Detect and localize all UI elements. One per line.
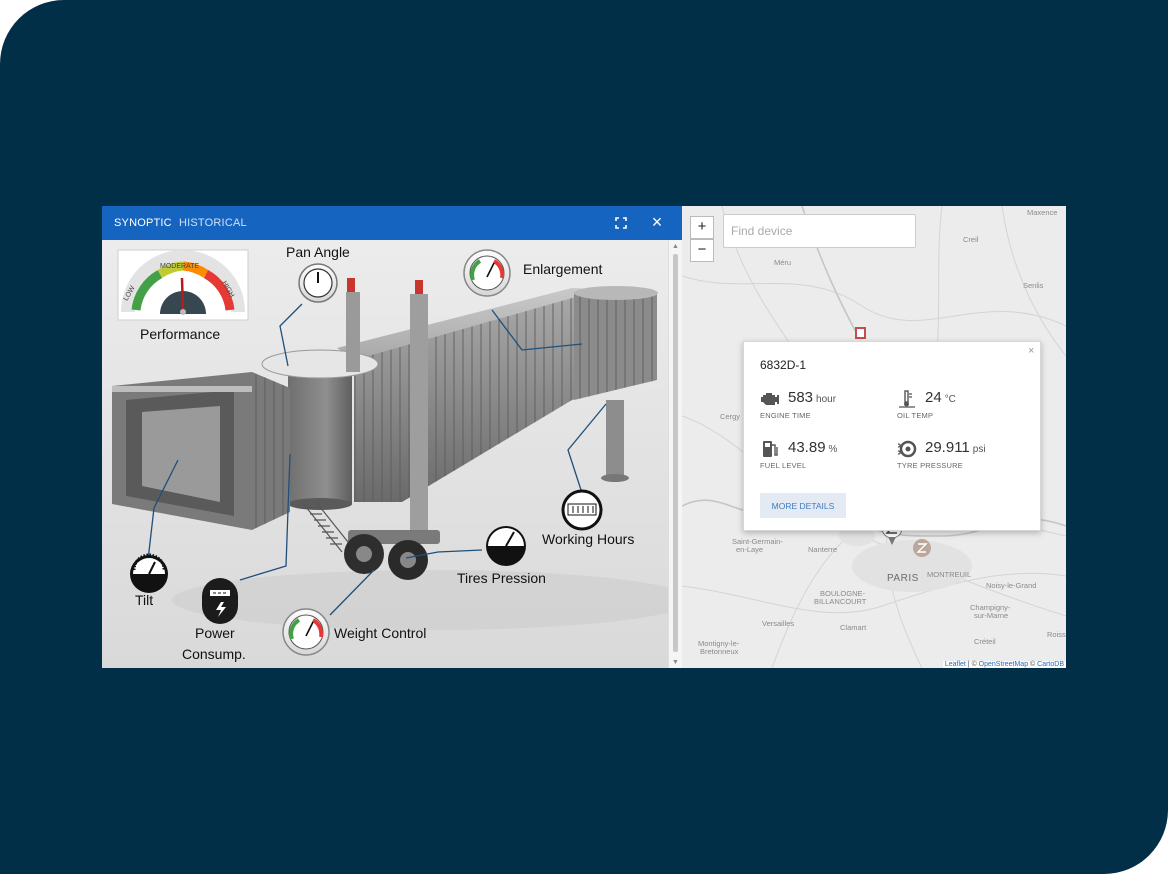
thermometer-icon [899, 390, 915, 408]
close-panel-button[interactable]: × [649, 213, 665, 231]
device-marker-secondary [913, 539, 931, 557]
metric-value: 24 °C [925, 389, 956, 406]
scroll-up-icon[interactable]: ▲ [672, 243, 679, 250]
consumption-label: Consump. [182, 646, 246, 662]
town-label: Bretonneux [700, 647, 739, 656]
town-label: Créteil [974, 637, 996, 646]
enlargement-gauge-icon [463, 249, 511, 297]
metric-label: FUEL LEVEL [760, 461, 807, 470]
town-label: Cergy [720, 412, 741, 421]
zoom-in-button[interactable]: + [690, 216, 714, 239]
town-label: sur-Marne [974, 611, 1009, 620]
enlargement-label: Enlargement [523, 261, 603, 277]
map-panel[interactable]: Maxence Creil Méru Senlis Cergy Saint-Ge… [682, 206, 1066, 668]
working-hours-label: Working Hours [542, 531, 635, 547]
performance-label: Performance [140, 326, 221, 342]
boarding-bridge-diagram: LOW MODERATE HIGH [102, 240, 668, 668]
fullscreen-icon[interactable] [614, 216, 628, 230]
more-details-button[interactable]: MORE DETAILS [760, 493, 846, 518]
panel-header: SYNOPTIC HISTORICAL × [102, 206, 682, 240]
tab-synoptic[interactable]: SYNOPTIC [114, 217, 172, 229]
metric-label: OIL TEMP [897, 411, 934, 420]
metric-tyre-pressure: 29.911 psi TYRE PRESSURE [897, 439, 1037, 480]
front-cab [112, 372, 290, 530]
application-window: SYNOPTIC HISTORICAL × LOW MODERATE HIGH … [102, 206, 1066, 668]
town-label: Noisy-le-Grand [986, 581, 1037, 590]
town-label: Nanterre [808, 545, 838, 554]
city-label-paris: PARIS [887, 573, 919, 584]
device-name: 6832D-1 [760, 358, 807, 372]
metric-engine-time: 583 hour ENGINE TIME [760, 389, 900, 430]
tilt-label: Tilt [135, 592, 154, 608]
tires-pression-label: Tires Pression [457, 570, 546, 586]
synoptic-panel: SYNOPTIC HISTORICAL × LOW MODERATE HIGH … [102, 206, 683, 668]
fuel-pump-icon [763, 441, 778, 457]
town-label: Creil [963, 235, 979, 244]
find-device-input[interactable] [723, 214, 916, 248]
town-label: Roiss [1047, 630, 1066, 639]
map-attribution: Leaflet | © OpenStreetMap © CartoDB [942, 661, 1066, 668]
osm-link[interactable]: OpenStreetMap [979, 661, 1028, 668]
vertical-scrollbar[interactable]: ▲ ▼ [668, 240, 683, 668]
power-consumption-icon [202, 578, 238, 624]
popup-close-button[interactable]: × [1028, 345, 1034, 357]
gauge-moderate-label: MODERATE [160, 263, 199, 270]
pan-angle-label: Pan Angle [286, 244, 350, 260]
metric-value: 43.89% [788, 439, 838, 456]
weight-control-gauge-icon [282, 608, 330, 656]
town-label: Clamart [840, 623, 867, 632]
pan-angle-gauge-icon [298, 263, 338, 303]
leaflet-link[interactable]: Leaflet [945, 661, 966, 668]
metric-label: TYRE PRESSURE [897, 461, 963, 470]
town-label: Senlis [1023, 281, 1044, 290]
town-label: BILLANCOURT [814, 597, 867, 606]
cartodb-link[interactable]: CartoDB [1037, 661, 1064, 668]
metric-fuel-level: 43.89% FUEL LEVEL [760, 439, 900, 480]
tire-pressure-gauge-icon [486, 526, 526, 566]
tyre-icon [897, 440, 917, 458]
town-label: Versailles [762, 619, 795, 628]
metric-oil-temp: 24 °C OIL TEMP [897, 389, 1037, 430]
scroll-down-icon[interactable]: ▼ [672, 659, 679, 666]
metric-value: 29.911 psi [925, 439, 986, 456]
metric-label: ENGINE TIME [760, 411, 811, 420]
zoom-out-button[interactable]: − [690, 239, 714, 262]
town-label: MONTREUIL [927, 570, 972, 579]
page-background: SYNOPTIC HISTORICAL × LOW MODERATE HIGH … [0, 0, 1168, 874]
town-label: en-Laye [736, 545, 764, 554]
device-marker-selected [855, 327, 866, 339]
tab-historical[interactable]: HISTORICAL [179, 217, 247, 229]
device-info-popup: × 6832D-1 583 hour ENGINE TIME 24 °C OIL T… [743, 341, 1041, 531]
tilt-gauge-icon [130, 553, 168, 593]
weight-control-label: Weight Control [334, 625, 427, 641]
town-label: Méru [774, 258, 792, 267]
working-hours-icon [561, 489, 603, 531]
town-label: Maxence [1027, 208, 1058, 217]
power-label: Power [195, 625, 235, 641]
scrollbar-thumb[interactable] [673, 254, 678, 652]
engine-icon [761, 393, 779, 405]
metric-value: 583 hour [788, 389, 837, 406]
